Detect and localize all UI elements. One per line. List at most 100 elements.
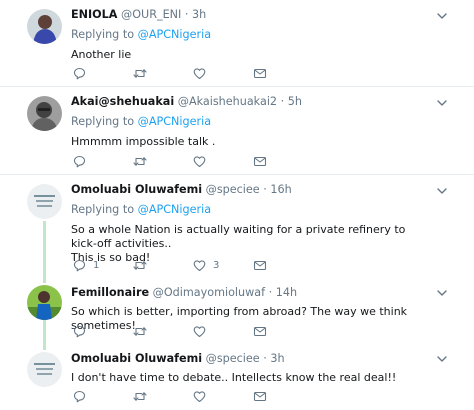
- reply-button[interactable]: [73, 154, 86, 168]
- avatar[interactable]: [27, 285, 62, 320]
- author-name[interactable]: Omoluabi Oluwafemi: [71, 352, 202, 365]
- like-count: 3: [213, 259, 220, 271]
- avatar-image: [27, 9, 62, 44]
- author-handle[interactable]: @Odimayomioluwaf: [153, 286, 265, 299]
- message-button[interactable]: [253, 66, 267, 80]
- like-button[interactable]: 3: [193, 258, 219, 272]
- reply-button[interactable]: [73, 324, 86, 338]
- reply-icon: [73, 67, 86, 79]
- tweet-text-line: So which is better, importing from abroa…: [71, 305, 408, 332]
- retweet-button[interactable]: [133, 324, 147, 338]
- timestamp[interactable]: 5h: [288, 95, 302, 108]
- envelope-icon: [253, 260, 267, 270]
- like-button[interactable]: [193, 154, 206, 168]
- reply-count: 1: [93, 259, 100, 271]
- tweet-text-line: So a whole Nation is actually waiting fo…: [71, 223, 406, 250]
- replying-to-label: Replying to: [71, 28, 138, 41]
- avatar-image: [27, 352, 62, 387]
- mention-link[interactable]: @APCNigeria: [138, 28, 211, 41]
- retweet-button[interactable]: [133, 154, 147, 168]
- retweet-icon: [133, 326, 147, 336]
- reply-icon: [73, 325, 86, 337]
- avatar-image: [27, 285, 62, 320]
- heart-icon: [193, 325, 206, 337]
- retweet-icon: [133, 68, 147, 78]
- avatar[interactable]: [27, 96, 62, 131]
- reply-button[interactable]: 1: [73, 258, 99, 272]
- separator-dot: ·: [280, 95, 285, 108]
- like-button[interactable]: [193, 389, 206, 403]
- chevron-down-icon[interactable]: [436, 185, 448, 197]
- author-handle[interactable]: @speciee: [206, 183, 260, 196]
- reply-button[interactable]: [73, 66, 86, 80]
- like-button[interactable]: [193, 66, 206, 80]
- author-handle[interactable]: @OUR_ENI: [121, 8, 181, 21]
- heart-icon: [193, 155, 206, 167]
- retweet-icon: [133, 260, 147, 270]
- separator-dot: ·: [263, 183, 267, 196]
- heart-icon: [193, 67, 206, 79]
- message-button[interactable]: [253, 258, 267, 272]
- tweet-text: Another lie: [71, 48, 434, 62]
- tweet-header: ENIOLA @OUR_ENI · 3h: [71, 8, 434, 22]
- replying-to-label: Replying to: [71, 203, 138, 216]
- author-name[interactable]: Femillonaire: [71, 286, 149, 299]
- retweet-button[interactable]: [133, 258, 147, 272]
- mention-link[interactable]: @APCNigeria: [138, 115, 211, 128]
- chevron-down-icon[interactable]: [436, 287, 448, 299]
- tweet-header: Omoluabi Oluwafemi @speciee · 3h: [71, 352, 434, 366]
- retweet-icon: [133, 391, 147, 401]
- message-button[interactable]: [253, 389, 267, 403]
- heart-icon: [193, 259, 206, 271]
- like-button[interactable]: [193, 324, 206, 338]
- replying-to: Replying to @APCNigeria: [71, 203, 434, 217]
- tweet-text-line: Hmmmm impossible talk .: [71, 135, 216, 148]
- replying-to-label: Replying to: [71, 115, 138, 128]
- separator-dot: ·: [184, 8, 189, 21]
- heart-icon: [193, 390, 206, 402]
- author-name[interactable]: Akai@shehuakai: [71, 95, 174, 108]
- reply-icon: [73, 155, 86, 167]
- chevron-down-icon[interactable]: [436, 353, 448, 365]
- separator-dot: ·: [268, 286, 273, 299]
- tweet-text: I don't have time to debate.. Intellects…: [71, 371, 434, 385]
- avatar[interactable]: [27, 352, 62, 387]
- tweet-header: Femillonaire @Odimayomioluwaf · 14h: [71, 286, 434, 300]
- chevron-down-icon[interactable]: [436, 97, 448, 109]
- separator-dot: ·: [263, 352, 267, 365]
- tweet-2[interactable]: Akai@shehuakai @Akaishehuakai2 · 5h Repl…: [0, 87, 474, 174]
- author-handle[interactable]: @speciee: [206, 352, 260, 365]
- author-handle[interactable]: @Akaishehuakai2: [178, 95, 277, 108]
- timestamp[interactable]: 16h: [270, 183, 291, 196]
- timestamp[interactable]: 3h: [192, 8, 206, 21]
- avatar-image: [27, 184, 62, 219]
- retweet-button[interactable]: [133, 66, 147, 80]
- reply-icon: [73, 259, 86, 271]
- author-name[interactable]: ENIOLA: [71, 8, 117, 21]
- author-name[interactable]: Omoluabi Oluwafemi: [71, 183, 202, 196]
- tweet-3[interactable]: Omoluabi Oluwafemi @speciee · 16h Replyi…: [0, 175, 474, 280]
- avatar-image: [27, 96, 62, 131]
- tweet-text-line: I don't have time to debate.. Intellects…: [71, 371, 397, 384]
- replying-to: Replying to @APCNigeria: [71, 28, 434, 42]
- tweet-4[interactable]: Femillonaire @Odimayomioluwaf · 14h So w…: [0, 279, 474, 344]
- tweet-text: Hmmmm impossible talk .: [71, 135, 434, 149]
- tweet-5[interactable]: Omoluabi Oluwafemi @speciee · 3h I don't…: [0, 346, 474, 410]
- message-button[interactable]: [253, 154, 267, 168]
- mention-link[interactable]: @APCNigeria: [138, 203, 211, 216]
- timestamp[interactable]: 3h: [270, 352, 284, 365]
- retweet-button[interactable]: [133, 389, 147, 403]
- message-button[interactable]: [253, 324, 267, 338]
- reply-button[interactable]: [73, 389, 86, 403]
- tweet-1[interactable]: ENIOLA @OUR_ENI · 3h Replying to @APCNig…: [0, 0, 474, 86]
- tweet-header: Akai@shehuakai @Akaishehuakai2 · 5h: [71, 95, 434, 109]
- replying-to: Replying to @APCNigeria: [71, 115, 434, 129]
- timestamp[interactable]: 14h: [276, 286, 297, 299]
- envelope-icon: [253, 391, 267, 401]
- avatar[interactable]: [27, 184, 62, 219]
- tweet-header: Omoluabi Oluwafemi @speciee · 16h: [71, 183, 434, 197]
- chevron-down-icon[interactable]: [436, 10, 448, 22]
- envelope-icon: [253, 326, 267, 336]
- retweet-icon: [133, 156, 147, 166]
- avatar[interactable]: [27, 9, 62, 44]
